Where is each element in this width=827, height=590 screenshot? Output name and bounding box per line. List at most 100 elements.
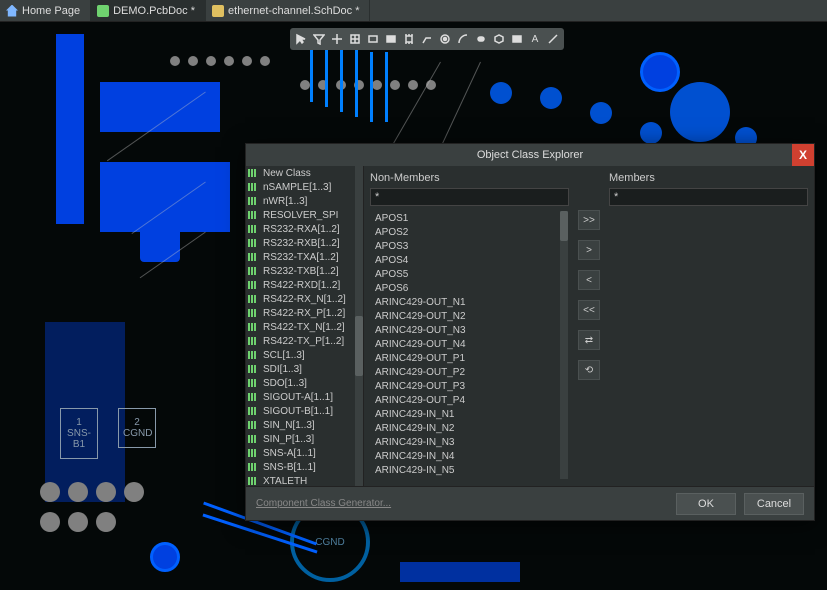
close-button[interactable]: X <box>792 144 814 166</box>
list-item[interactable]: ARINC429-OUT_P1 <box>371 351 568 365</box>
tool-fill[interactable] <box>382 30 400 48</box>
tree-item-label: nWR[1..3] <box>263 196 307 207</box>
tree-item[interactable]: RS422-RX_N[1..2] <box>246 292 363 306</box>
tree-item[interactable]: RS422-RXD[1..2] <box>246 278 363 292</box>
tree-item[interactable]: RS232-TXB[1..2] <box>246 264 363 278</box>
tree-item-label: RS232-TXB[1..2] <box>263 266 339 277</box>
swap-button[interactable]: ⇄ <box>578 330 600 350</box>
tree-item[interactable]: RS422-TX_N[1..2] <box>246 320 363 334</box>
tree-item-label: SCL[1..3] <box>263 350 305 361</box>
tree-item[interactable]: RS422-RX_P[1..2] <box>246 306 363 320</box>
ok-button[interactable]: OK <box>676 493 736 515</box>
list-item[interactable]: ARINC429-OUT_N1 <box>371 295 568 309</box>
move-left-button[interactable]: < <box>578 270 600 290</box>
tree-item[interactable]: SIN_N[1..3] <box>246 418 363 432</box>
tree-item[interactable]: RS232-TXA[1..2] <box>246 250 363 264</box>
tree-item[interactable]: SCL[1..3] <box>246 348 363 362</box>
list-item[interactable]: APOS2 <box>371 225 568 239</box>
tree-item-label: SDI[1..3] <box>263 364 302 375</box>
list-item[interactable]: ARINC429-OUT_P3 <box>371 379 568 393</box>
tree-item[interactable]: RS232-RXB[1..2] <box>246 236 363 250</box>
tool-track[interactable] <box>418 30 436 48</box>
tree-item[interactable]: New Class <box>246 166 363 180</box>
class-tree[interactable]: New ClassnSAMPLE[1..3] nWR[1..3]RESOLVER_… <box>246 166 364 486</box>
sns-box-1: 1SNS-B1 <box>60 408 98 459</box>
members-list[interactable] <box>609 210 808 480</box>
tool-arc[interactable] <box>454 30 472 48</box>
reset-button[interactable]: ⟲ <box>578 360 600 380</box>
netclass-icon <box>248 280 260 290</box>
tree-item[interactable]: RESOLVER_SPI <box>246 208 363 222</box>
tree-item-label: SDO[1..3] <box>263 378 307 389</box>
tree-item[interactable]: SNS-B[1..1] <box>246 460 363 474</box>
list-item[interactable]: ARINC429-OUT_P4 <box>371 393 568 407</box>
list-item[interactable]: ARINC429-IN_N1 <box>371 407 568 421</box>
tab-pcbdoc[interactable]: DEMO.PcbDoc * <box>91 0 206 21</box>
placement-toolbar: A <box>290 28 564 50</box>
members-filter[interactable] <box>609 188 808 206</box>
tool-filter[interactable] <box>310 30 328 48</box>
non-members-scrollbar[interactable] <box>560 211 568 479</box>
tool-line[interactable] <box>544 30 562 48</box>
class-generator-link[interactable]: Component Class Generator... <box>256 498 391 509</box>
move-all-left-button[interactable]: << <box>578 300 600 320</box>
tree-item-label: RS232-RXB[1..2] <box>263 238 340 249</box>
list-item[interactable]: APOS3 <box>371 239 568 253</box>
list-item[interactable]: ARINC429-OUT_N2 <box>371 309 568 323</box>
tab-home[interactable]: Home Page <box>0 0 91 21</box>
tree-item[interactable]: SDI[1..3] <box>246 362 363 376</box>
netclass-icon <box>248 462 260 472</box>
non-members-scroll-thumb[interactable] <box>560 211 568 241</box>
list-item[interactable]: ARINC429-IN_N3 <box>371 435 568 449</box>
list-item[interactable]: ARINC429-IN_N2 <box>371 421 568 435</box>
tree-item[interactable]: SIN_P[1..3] <box>246 432 363 446</box>
tree-item-label: SIGOUT-B[1..1] <box>263 406 333 417</box>
list-item[interactable]: ARINC429-OUT_N4 <box>371 337 568 351</box>
tool-polygon[interactable] <box>490 30 508 48</box>
mover-buttons: >> > < << ⇄ ⟲ <box>575 166 603 486</box>
list-item[interactable]: ARINC429-IN_N5 <box>371 463 568 477</box>
netclass-icon <box>248 420 260 430</box>
tree-item[interactable]: SIGOUT-B[1..1] <box>246 404 363 418</box>
tree-item[interactable]: SIGOUT-A[1..1] <box>246 390 363 404</box>
list-item[interactable]: ARINC429-OUT_N3 <box>371 323 568 337</box>
tool-grid[interactable] <box>346 30 364 48</box>
tool-rect[interactable] <box>364 30 382 48</box>
tool-text[interactable]: A <box>526 30 544 48</box>
list-item[interactable]: APOS6 <box>371 281 568 295</box>
tree-scroll-thumb[interactable] <box>355 316 363 376</box>
tool-move[interactable] <box>328 30 346 48</box>
tool-select[interactable] <box>292 30 310 48</box>
tree-item[interactable]: nWR[1..3] <box>246 194 363 208</box>
tool-region[interactable] <box>508 30 526 48</box>
list-item[interactable]: APOS4 <box>371 253 568 267</box>
move-right-button[interactable]: > <box>578 240 600 260</box>
tab-schdoc[interactable]: ethernet-channel.SchDoc * <box>206 0 370 21</box>
tree-item[interactable]: SNS-A[1..1] <box>246 446 363 460</box>
members-pane: Members <box>603 166 814 486</box>
list-item[interactable]: ARINC429-IN_N6 <box>371 477 568 480</box>
non-members-label: Non-Members <box>370 172 569 184</box>
non-members-filter[interactable] <box>370 188 569 206</box>
tool-via[interactable] <box>436 30 454 48</box>
netclass-icon <box>248 238 260 248</box>
tree-scrollbar[interactable] <box>355 166 363 486</box>
list-item[interactable]: APOS5 <box>371 267 568 281</box>
non-members-list[interactable]: APOS1APOS2APOS3APOS4APOS5APOS6ARINC429-O… <box>370 210 569 480</box>
dialog-titlebar[interactable]: Object Class Explorer X <box>246 144 814 166</box>
move-all-right-button[interactable]: >> <box>578 210 600 230</box>
list-item[interactable]: ARINC429-IN_N4 <box>371 449 568 463</box>
list-item[interactable]: APOS1 <box>371 211 568 225</box>
tree-item[interactable]: SDO[1..3] <box>246 376 363 390</box>
tool-pad[interactable] <box>472 30 490 48</box>
tree-item[interactable]: nSAMPLE[1..3] <box>246 180 363 194</box>
cancel-button[interactable]: Cancel <box>744 493 804 515</box>
tree-item-label: RS422-RX_P[1..2] <box>263 308 345 319</box>
tree-item[interactable]: XTALETH <box>246 474 363 486</box>
tree-item[interactable]: RS232-RXA[1..2] <box>246 222 363 236</box>
tool-component[interactable] <box>400 30 418 48</box>
tree-item[interactable]: RS422-TX_P[1..2] <box>246 334 363 348</box>
document-tabs: Home Page DEMO.PcbDoc * ethernet-channel… <box>0 0 827 22</box>
list-item[interactable]: ARINC429-OUT_P2 <box>371 365 568 379</box>
tree-item-label: RS422-TX_P[1..2] <box>263 336 344 347</box>
